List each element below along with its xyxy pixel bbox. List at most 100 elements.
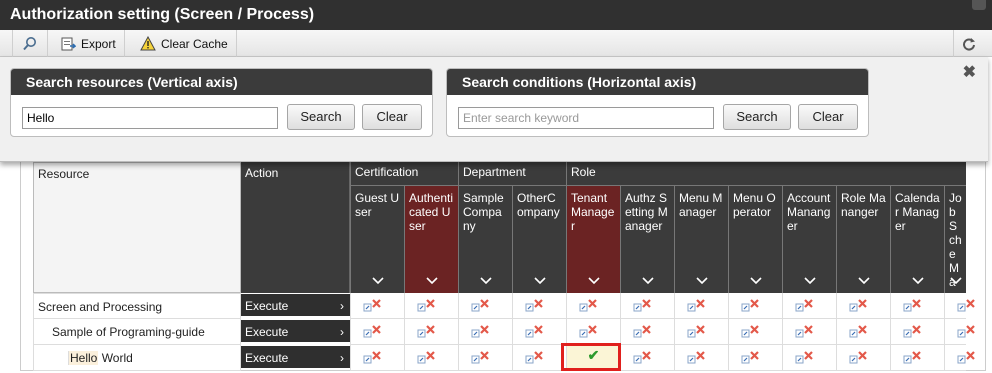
permission-cell[interactable] xyxy=(350,319,404,345)
permission-cell[interactable] xyxy=(890,319,944,345)
permission-cell[interactable] xyxy=(512,319,566,345)
permission-cell[interactable] xyxy=(944,319,975,345)
chevron-down-icon[interactable] xyxy=(621,274,674,288)
resource-search-button[interactable]: Search xyxy=(287,104,355,130)
permission-cell[interactable] xyxy=(458,345,512,371)
permission-cell[interactable] xyxy=(890,345,944,371)
deny-icon xyxy=(363,351,381,364)
permission-cell[interactable] xyxy=(836,345,890,371)
permission-cell[interactable] xyxy=(728,319,782,345)
permission-cell[interactable] xyxy=(458,319,512,345)
action-header-label: Action xyxy=(245,166,279,180)
column-header-label: Menu Manager xyxy=(679,191,723,219)
permission-cell[interactable] xyxy=(512,345,566,371)
permission-cell[interactable] xyxy=(836,319,890,345)
row-action-execute[interactable]: Execute › xyxy=(241,294,350,318)
resource-search-input[interactable]: Hello xyxy=(22,107,278,129)
column-header[interactable]: Guest User xyxy=(350,186,404,293)
search-conditions-title: Search conditions (Horizontal axis) xyxy=(447,69,868,95)
deny-icon xyxy=(633,351,651,364)
permission-cell[interactable] xyxy=(728,345,782,371)
column-header[interactable]: Authz Setting Manager xyxy=(620,186,674,293)
chevron-down-icon[interactable] xyxy=(513,274,566,288)
chevron-down-icon[interactable] xyxy=(459,274,512,288)
row-resource-hello-world[interactable]: Hello World xyxy=(33,345,241,371)
chevron-down-icon[interactable] xyxy=(567,274,620,288)
condition-search-button[interactable]: Search xyxy=(723,104,791,130)
permission-cell[interactable] xyxy=(566,293,620,319)
permission-cell[interactable] xyxy=(782,345,836,371)
column-header[interactable]: Role Mananger xyxy=(836,186,890,293)
permission-cell[interactable] xyxy=(566,319,620,345)
column-header[interactable]: Calendar Manager xyxy=(890,186,944,293)
resource-column-header: Resource xyxy=(33,162,241,293)
deny-icon xyxy=(957,299,975,312)
permission-cell[interactable] xyxy=(836,293,890,319)
permission-cell[interactable] xyxy=(620,319,674,345)
column-header[interactable]: Menu Manager xyxy=(674,186,728,293)
deny-icon xyxy=(903,351,921,364)
export-button[interactable]: Export xyxy=(52,30,125,57)
warning-icon xyxy=(140,35,156,50)
chevron-down-icon[interactable] xyxy=(351,274,404,288)
refresh-button[interactable] xyxy=(953,30,984,57)
deny-icon xyxy=(903,325,921,338)
window-title: Authorization setting (Screen / Process) xyxy=(10,6,315,23)
group-header-department: Department xyxy=(458,162,566,186)
chevron-down-icon[interactable] xyxy=(945,274,966,288)
permission-cell[interactable] xyxy=(404,293,458,319)
deny-icon xyxy=(849,325,867,338)
deny-icon xyxy=(525,325,543,338)
chevron-down-icon[interactable] xyxy=(729,274,782,288)
permission-cell[interactable] xyxy=(944,345,975,371)
permission-cell[interactable] xyxy=(674,293,728,319)
permission-cell[interactable] xyxy=(404,319,458,345)
permission-cell[interactable] xyxy=(404,345,458,371)
column-header[interactable]: Account Mananger xyxy=(782,186,836,293)
chevron-down-icon[interactable] xyxy=(405,274,458,288)
chevron-down-icon[interactable] xyxy=(675,274,728,288)
column-header[interactable]: Authenticated User xyxy=(404,186,458,293)
deny-icon xyxy=(687,325,705,338)
chevron-down-icon[interactable] xyxy=(783,274,836,288)
resource-clear-button[interactable]: Clear xyxy=(362,104,422,130)
action-label: Execute xyxy=(245,351,289,365)
clear-cache-label: Clear Cache xyxy=(161,36,228,51)
column-header[interactable]: OtherCompany xyxy=(512,186,566,293)
row-action-execute[interactable]: Execute › xyxy=(241,320,350,344)
search-toggle-button[interactable] xyxy=(12,30,48,57)
chevron-down-icon[interactable] xyxy=(891,274,944,288)
chevron-down-icon[interactable] xyxy=(837,274,890,288)
permission-cell[interactable] xyxy=(782,293,836,319)
row-action-execute[interactable]: Execute › xyxy=(241,346,350,370)
permission-cell[interactable] xyxy=(674,345,728,371)
row-resource-sample-programing-guide[interactable]: Sample of Programing-guide xyxy=(33,319,241,345)
permission-cell[interactable] xyxy=(350,345,404,371)
overlay-close-icon[interactable]: ✖ xyxy=(963,62,976,82)
permission-cell[interactable] xyxy=(350,293,404,319)
permission-cell[interactable] xyxy=(890,293,944,319)
permission-cell[interactable] xyxy=(944,293,975,319)
column-header-label: Menu Operator xyxy=(733,191,776,219)
permission-cell[interactable] xyxy=(512,293,566,319)
permission-cell[interactable] xyxy=(620,293,674,319)
permission-cell[interactable] xyxy=(782,319,836,345)
column-header[interactable]: JobScheMan xyxy=(944,186,966,293)
permission-cell[interactable] xyxy=(728,293,782,319)
column-header[interactable]: TenantManager xyxy=(566,186,620,293)
column-header[interactable]: SampleCompany xyxy=(458,186,512,293)
deny-icon xyxy=(903,299,921,312)
clear-cache-button[interactable]: Clear Cache xyxy=(132,30,237,57)
condition-clear-button[interactable]: Clear xyxy=(798,104,858,130)
deny-icon xyxy=(579,325,597,338)
row-resource-screen-and-processing[interactable]: Screen and Processing xyxy=(33,293,241,319)
permission-cell[interactable] xyxy=(458,293,512,319)
row-resource-label: Screen and Processing xyxy=(38,300,163,314)
permission-cell[interactable] xyxy=(674,319,728,345)
column-header-label: Authenticated User xyxy=(409,191,454,233)
deny-icon xyxy=(741,351,759,364)
column-header[interactable]: Menu Operator xyxy=(728,186,782,293)
condition-search-input[interactable]: Enter search keyword xyxy=(458,107,714,129)
window-close-button[interactable] xyxy=(972,0,986,10)
permission-cell[interactable] xyxy=(620,345,674,371)
